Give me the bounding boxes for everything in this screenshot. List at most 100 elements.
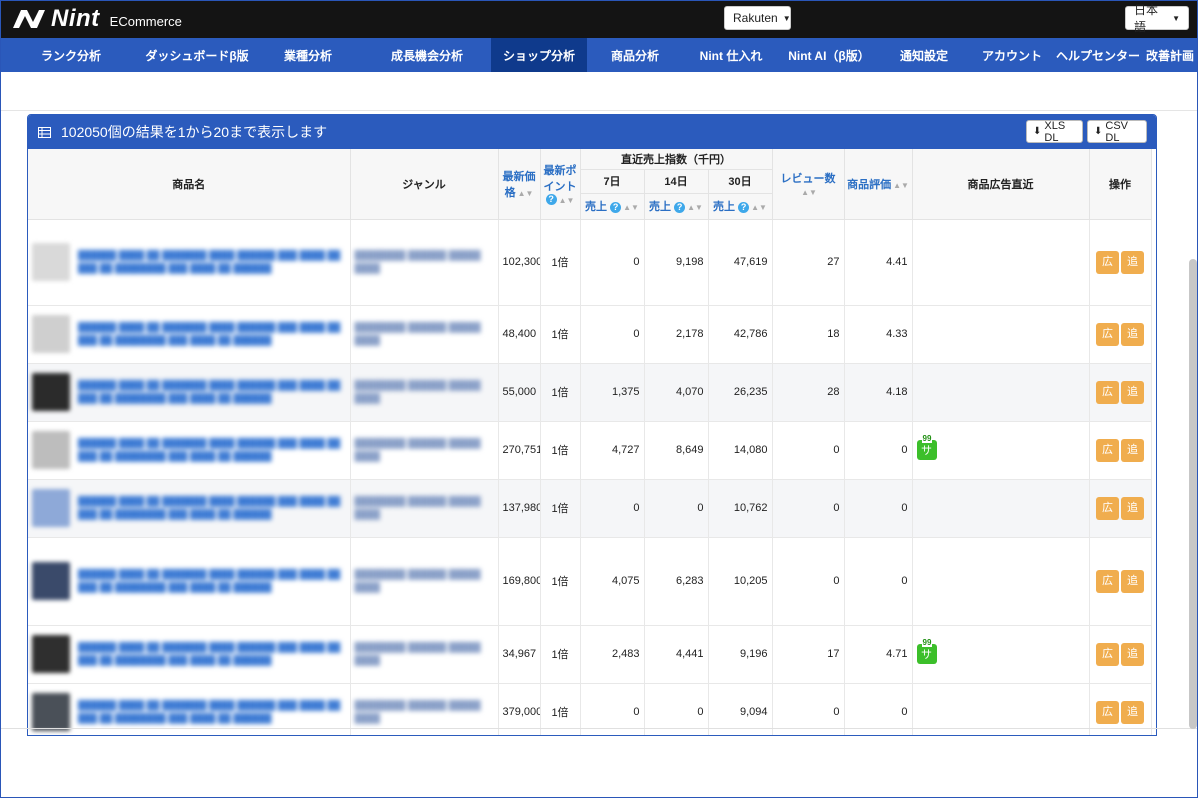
track-button[interactable]: 追 <box>1121 700 1145 724</box>
sales-30d-cell: 26,235 <box>708 363 773 422</box>
product-cell[interactable]: ██████ ████ ██ ███████ ████ ██████ ███ █… <box>28 421 351 480</box>
market-select-value: Rakuten <box>733 11 778 25</box>
nav-rank-analysis[interactable]: ランク分析 <box>1 38 141 72</box>
table-row[interactable]: ██████ ████ ██ ███████ ████ ██████ ███ █… <box>28 421 1152 480</box>
point-cell: 1倍 <box>540 625 581 684</box>
product-thumbnail[interactable] <box>32 693 70 731</box>
track-button[interactable]: 追 <box>1121 380 1145 404</box>
product-cell[interactable]: ██████ ████ ██ ███████ ████ ██████ ███ █… <box>28 479 351 538</box>
nav-shop-analysis[interactable]: ショップ分析 <box>491 38 587 72</box>
product-cell[interactable]: ██████ ████ ██ ███████ ████ ██████ ███ █… <box>28 219 351 306</box>
ad-button[interactable]: 広 <box>1096 569 1120 593</box>
page-scrollbar[interactable] <box>1189 259 1197 729</box>
genre-redacted[interactable]: ████████ ██████ █████ ████ <box>355 568 494 594</box>
ad-button[interactable]: 広 <box>1096 642 1120 666</box>
col-product[interactable]: 商品名 <box>28 149 351 220</box>
point-cell: 1倍 <box>540 363 581 422</box>
brand-name: Nint <box>51 5 100 32</box>
genre-redacted[interactable]: ████████ ██████ █████ ████ <box>355 249 494 275</box>
ad-button[interactable]: 広 <box>1096 380 1120 404</box>
col-price[interactable]: 最新価格 ▲▼ <box>498 149 541 220</box>
super-sale-badge-icon[interactable]: 99 サ <box>916 435 937 460</box>
col-30d-sales[interactable]: 売上 ? ▲▼ <box>708 193 773 220</box>
product-cell[interactable]: ██████ ████ ██ ███████ ████ ██████ ███ █… <box>28 625 351 684</box>
table-row[interactable]: ██████ ████ ██ ███████ ████ ██████ ███ █… <box>28 363 1152 422</box>
col-point[interactable]: 最新ポイント? ▲▼ <box>540 149 581 220</box>
sales-30d-cell: 9,196 <box>708 625 773 684</box>
genre-redacted[interactable]: ████████ ██████ █████ ████ <box>355 495 494 521</box>
table-row[interactable]: ██████ ████ ██ ███████ ████ ██████ ███ █… <box>28 219 1152 306</box>
col-rating[interactable]: 商品評価 ▲▼ <box>844 149 913 220</box>
product-cell[interactable]: ██████ ████ ██ ███████ ████ ██████ ███ █… <box>28 305 351 364</box>
genre-redacted[interactable]: ████████ ██████ █████ ████ <box>355 321 494 347</box>
help-icon[interactable]: ? <box>545 194 557 206</box>
nav-help-center[interactable]: ヘルプセンター <box>1055 38 1141 72</box>
table-row[interactable]: ██████ ████ ██ ███████ ████ ██████ ███ █… <box>28 479 1152 538</box>
col-7d-sales[interactable]: 売上 ? ▲▼ <box>580 193 645 220</box>
ops-cell: 広追 <box>1089 479 1152 538</box>
ad-button[interactable]: 広 <box>1096 250 1120 274</box>
product-thumbnail[interactable] <box>32 489 70 527</box>
track-button[interactable]: 追 <box>1121 250 1145 274</box>
footer-divider <box>1 728 1197 729</box>
csv-download-button[interactable]: ⬇ CSV DL <box>1087 120 1147 144</box>
logo[interactable]: Nint ECommerce <box>11 5 182 32</box>
product-name-redacted[interactable]: ██████ ████ ██ ███████ ████ ██████ ███ █… <box>78 379 346 405</box>
track-button[interactable]: 追 <box>1121 642 1145 666</box>
results-title: 102050個の結果を1から20まで表示します <box>61 124 328 140</box>
col-genre[interactable]: ジャンル <box>350 149 499 220</box>
table-row[interactable]: ██████ ████ ██ ███████ ████ ██████ ███ █… <box>28 537 1152 626</box>
genre-redacted[interactable]: ████████ ██████ █████ ████ <box>355 699 494 725</box>
nav-account[interactable]: アカウント <box>969 38 1055 72</box>
help-icon[interactable]: ? <box>738 201 750 213</box>
ad-button[interactable]: 広 <box>1096 438 1120 462</box>
product-name-redacted[interactable]: ██████ ████ ██ ███████ ████ ██████ ███ █… <box>78 568 346 594</box>
track-button[interactable]: 追 <box>1121 438 1145 462</box>
col-14d-sales[interactable]: 売上 ? ▲▼ <box>644 193 709 220</box>
nav-industry-analysis[interactable]: 業種分析 <box>253 38 363 72</box>
help-icon[interactable]: ? <box>610 201 622 213</box>
product-name-redacted[interactable]: ██████ ████ ██ ███████ ████ ██████ ███ █… <box>78 437 346 463</box>
genre-redacted[interactable]: ████████ ██████ █████ ████ <box>355 379 494 405</box>
track-button[interactable]: 追 <box>1121 322 1145 346</box>
product-name-redacted[interactable]: ██████ ████ ██ ███████ ████ ██████ ███ █… <box>78 699 346 725</box>
product-thumbnail[interactable] <box>32 635 70 673</box>
genre-cell: ████████ ██████ █████ ████ <box>350 625 499 684</box>
ad-button[interactable]: 広 <box>1096 496 1120 520</box>
product-thumbnail[interactable] <box>32 431 70 469</box>
product-cell[interactable]: ██████ ████ ██ ███████ ████ ██████ ███ █… <box>28 537 351 626</box>
product-cell[interactable]: ██████ ████ ██ ███████ ████ ██████ ███ █… <box>28 363 351 422</box>
product-thumbnail[interactable] <box>32 373 70 411</box>
genre-redacted[interactable]: ████████ ██████ █████ ████ <box>355 641 494 667</box>
product-name-redacted[interactable]: ██████ ████ ██ ███████ ████ ██████ ███ █… <box>78 321 346 347</box>
super-sale-badge-icon[interactable]: 99 サ <box>916 639 937 664</box>
market-select[interactable]: Rakuten ▼ <box>724 6 791 30</box>
point-cell: 1倍 <box>540 219 581 306</box>
nav-growth-analysis[interactable]: 成長機会分析 <box>363 38 491 72</box>
nav-nint-ai[interactable]: Nint AI（β版） <box>779 38 879 72</box>
nav-product-analysis[interactable]: 商品分析 <box>587 38 683 72</box>
table-row[interactable]: ██████ ████ ██ ███████ ████ ██████ ███ █… <box>28 305 1152 364</box>
product-name-redacted[interactable]: ██████ ████ ██ ███████ ████ ██████ ███ █… <box>78 641 346 667</box>
sales-label: 売上 <box>585 201 608 213</box>
product-name-redacted[interactable]: ██████ ████ ██ ███████ ████ ██████ ███ █… <box>78 495 346 521</box>
xls-download-button[interactable]: ⬇ XLS DL <box>1026 120 1083 144</box>
help-icon[interactable]: ? <box>674 201 686 213</box>
genre-redacted[interactable]: ████████ ██████ █████ ████ <box>355 437 494 463</box>
nav-dashboard[interactable]: ダッシュボードβ版 <box>141 38 253 72</box>
track-button[interactable]: 追 <box>1121 569 1145 593</box>
reviews-cell: 0 <box>772 479 845 538</box>
track-button[interactable]: 追 <box>1121 496 1145 520</box>
nav-improvement-plan[interactable]: 改善計画 <box>1141 38 1197 72</box>
nav-nint-purchase[interactable]: Nint 仕入れ <box>683 38 779 72</box>
nav-notification-settings[interactable]: 通知設定 <box>879 38 969 72</box>
col-reviews[interactable]: レビュー数 ▲▼ <box>772 149 845 220</box>
product-thumbnail[interactable] <box>32 562 70 600</box>
product-name-redacted[interactable]: ██████ ████ ██ ███████ ████ ██████ ███ █… <box>78 249 346 275</box>
product-thumbnail[interactable] <box>32 243 70 281</box>
ad-button[interactable]: 広 <box>1096 700 1120 724</box>
ad-button[interactable]: 広 <box>1096 322 1120 346</box>
product-thumbnail[interactable] <box>32 315 70 353</box>
table-row[interactable]: ██████ ████ ██ ███████ ████ ██████ ███ █… <box>28 625 1152 684</box>
language-select[interactable]: 日本語 ▼ <box>1125 3 1189 34</box>
